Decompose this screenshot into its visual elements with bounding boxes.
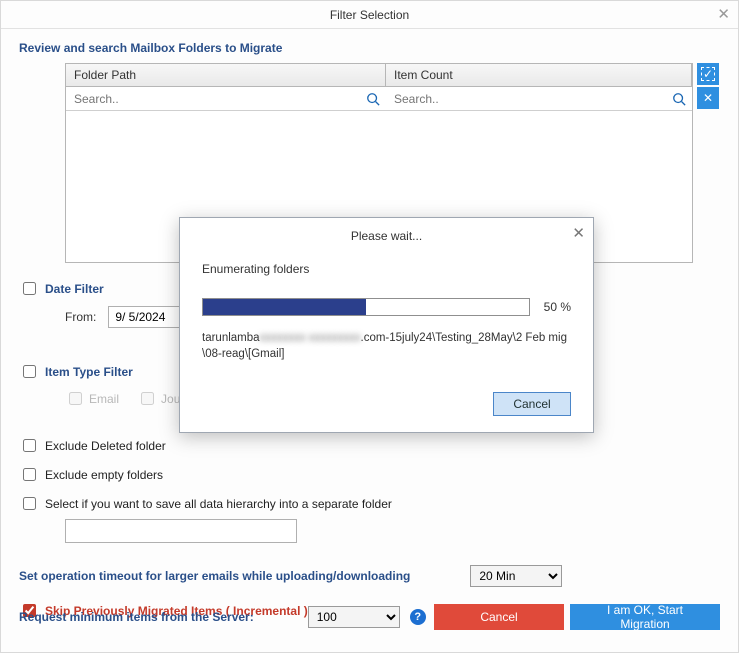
exclude-deleted-row: Exclude Deleted folder [19,436,720,455]
save-hierarchy-row: Select if you want to save all data hier… [19,494,720,513]
save-hierarchy-checkbox[interactable] [23,497,36,510]
bottom-row: Request minimum items from the Server: 1… [19,604,720,630]
timeout-row: Set operation timeout for larger emails … [19,565,720,587]
deselect-all-button[interactable]: ✕ [697,87,719,109]
timeout-select[interactable]: 20 Min [470,565,562,587]
column-item-count[interactable]: Item Count [386,64,692,86]
column-folder-path[interactable]: Folder Path [66,64,386,86]
hierarchy-folder-input-row [65,519,720,543]
search-folder-path-cell [66,87,386,110]
progress-bar-fill [203,299,366,315]
start-migration-button[interactable]: I am OK, Start Migration [570,604,720,630]
help-icon[interactable]: ? [410,609,426,625]
modal-cancel-button[interactable]: Cancel [493,392,571,416]
search-folder-path-input[interactable] [66,89,386,109]
from-label: From: [65,310,96,324]
grid-search-row [66,87,692,111]
search-item-count-input[interactable] [386,89,692,109]
timeout-label: Set operation timeout for larger emails … [19,569,410,583]
hierarchy-folder-input[interactable] [65,519,297,543]
exclude-empty-checkbox[interactable] [23,468,36,481]
modal-close-icon[interactable]: ✕ [572,224,585,242]
item-type-filter-checkbox[interactable] [23,365,36,378]
type-email-label: Email [89,392,119,406]
exclude-deleted-checkbox[interactable] [23,439,36,452]
cancel-button[interactable]: Cancel [434,604,564,630]
close-icon[interactable]: ✕ [717,5,730,23]
exclude-empty-label: Exclude empty folders [45,468,163,482]
request-items-label: Request minimum items from the Server: [19,610,254,624]
path-redacted: xxxxxxxx xxxxxxxxx [260,332,361,344]
search-item-count-cell [386,87,692,110]
current-folder-path: tarunlambaxxxxxxxx xxxxxxxxx.com-15july2… [202,330,571,362]
grid-side-buttons: ✓ ✕ [697,63,719,109]
modal-title: Please wait... [351,229,422,243]
modal-header: Please wait... ✕ [180,218,593,254]
modal-footer: Cancel [180,392,593,432]
filter-selection-window: Filter Selection ✕ Review and search Mai… [0,0,739,653]
path-prefix: tarunlamba [202,332,260,344]
window-title: Filter Selection [330,8,409,22]
save-hierarchy-label: Select if you want to save all data hier… [45,497,392,511]
type-email: Email [65,389,119,408]
review-search-label: Review and search Mailbox Folders to Mig… [19,41,720,55]
search-icon[interactable] [366,92,380,106]
progress-row: 50 % [202,298,571,316]
select-all-button[interactable]: ✓ [697,63,719,85]
titlebar: Filter Selection ✕ [1,1,738,29]
enumerating-label: Enumerating folders [202,262,571,276]
grid-header: Folder Path Item Count [66,64,692,87]
progress-bar [202,298,530,316]
modal-body: Enumerating folders 50 % tarunlambaxxxxx… [180,254,593,392]
exclude-deleted-label: Exclude Deleted folder [45,439,166,453]
type-journal-checkbox [141,392,154,405]
type-email-checkbox [69,392,82,405]
search-icon[interactable] [672,92,686,106]
request-items-select[interactable]: 100 [308,606,400,628]
exclude-empty-row: Exclude empty folders [19,465,720,484]
date-filter-checkbox[interactable] [23,282,36,295]
progress-percent-label: 50 % [544,300,571,314]
progress-modal: Please wait... ✕ Enumerating folders 50 … [179,217,594,433]
item-type-filter-label: Item Type Filter [45,365,133,379]
date-filter-label: Date Filter [45,282,104,296]
